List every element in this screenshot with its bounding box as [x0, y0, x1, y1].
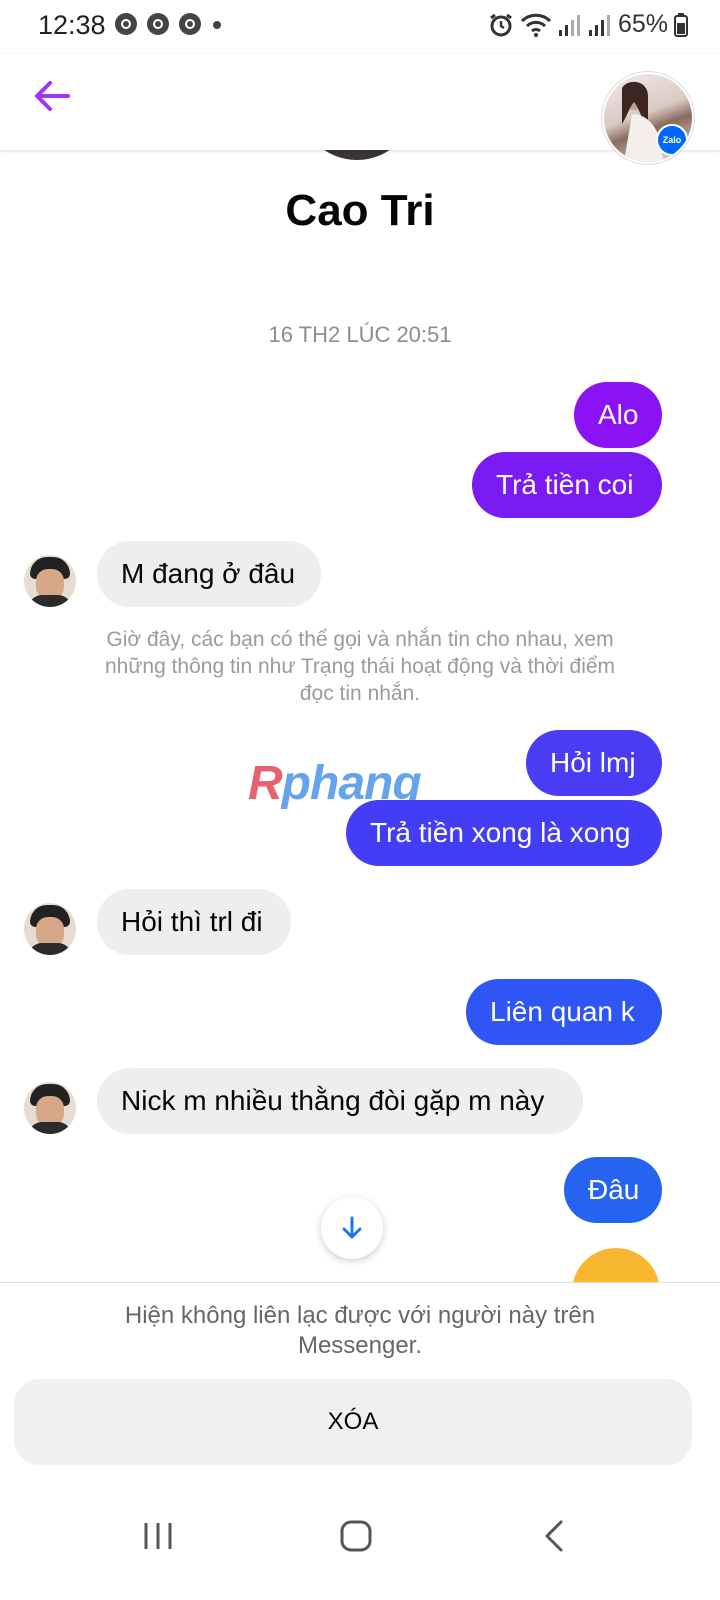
alarm-icon [490, 13, 512, 36]
profile-name: Cao Tri [285, 186, 435, 235]
chrome-icon [179, 13, 201, 35]
wifi-icon [520, 13, 552, 37]
delete-button[interactable]: XÓA [14, 1379, 692, 1465]
chat-header: Zalo [0, 54, 720, 162]
message-bubble-out[interactable]: Liên quan k [466, 979, 662, 1045]
chrome-icon [147, 13, 169, 35]
status-right: 65% [488, 10, 688, 39]
status-time: 12:38 [38, 10, 106, 40]
connection-notice: Giờ đây, các bạn có thể gọi và nhắn tin … [104, 628, 616, 705]
home-icon [340, 1520, 372, 1552]
bottom-panel: Hiện không liên lạc được với người này t… [0, 1282, 720, 1483]
conversation-timestamp: 16 TH2 LÚC 20:51 [268, 322, 452, 347]
message-bubble-out[interactable]: Đâu [564, 1157, 662, 1223]
scroll-to-bottom-button[interactable] [321, 1197, 383, 1259]
contact-avatar[interactable] [24, 1082, 76, 1134]
contact-avatar[interactable] [24, 555, 76, 607]
status-bar: 12:38 65% [0, 0, 720, 54]
system-back-button[interactable] [524, 1506, 584, 1566]
message-bubble-in[interactable]: Nick m nhiều thằng đòi gặp m này [97, 1068, 583, 1134]
arrow-down-icon [342, 1216, 362, 1239]
home-button[interactable] [326, 1506, 386, 1566]
back-button[interactable] [32, 76, 72, 116]
battery-icon [674, 12, 688, 37]
back-icon [545, 1520, 563, 1552]
system-nav-bar [0, 1482, 720, 1600]
contact-avatar[interactable] [24, 903, 76, 955]
signal-icon [588, 14, 610, 36]
signal-icon [558, 14, 580, 36]
chrome-icon [115, 13, 137, 35]
message-bubble-in[interactable]: Hỏi thì trl đi [97, 889, 291, 955]
dot-icon [213, 21, 221, 29]
message-bubble-out[interactable]: Alo [574, 382, 662, 448]
recent-apps-button[interactable] [128, 1506, 188, 1566]
zalo-badge: Zalo [656, 124, 688, 156]
unreachable-notice: Hiện không liên lạc được với người này t… [124, 1302, 596, 1359]
watermark-r: R [248, 757, 283, 810]
message-bubble-out[interactable]: Trả tiền coi [472, 452, 662, 518]
message-bubble-out[interactable]: Trả tiền xong là xong [346, 800, 662, 866]
header-avatar[interactable]: Zalo [604, 74, 692, 162]
recent-apps-icon [144, 1523, 172, 1549]
message-bubble-out[interactable]: Hỏi lmj [526, 730, 662, 796]
notification-icons [114, 12, 224, 36]
message-bubble-in[interactable]: M đang ở đâu [97, 541, 321, 607]
battery-percent: 65% [617, 10, 668, 38]
arrow-left-icon [35, 81, 70, 111]
